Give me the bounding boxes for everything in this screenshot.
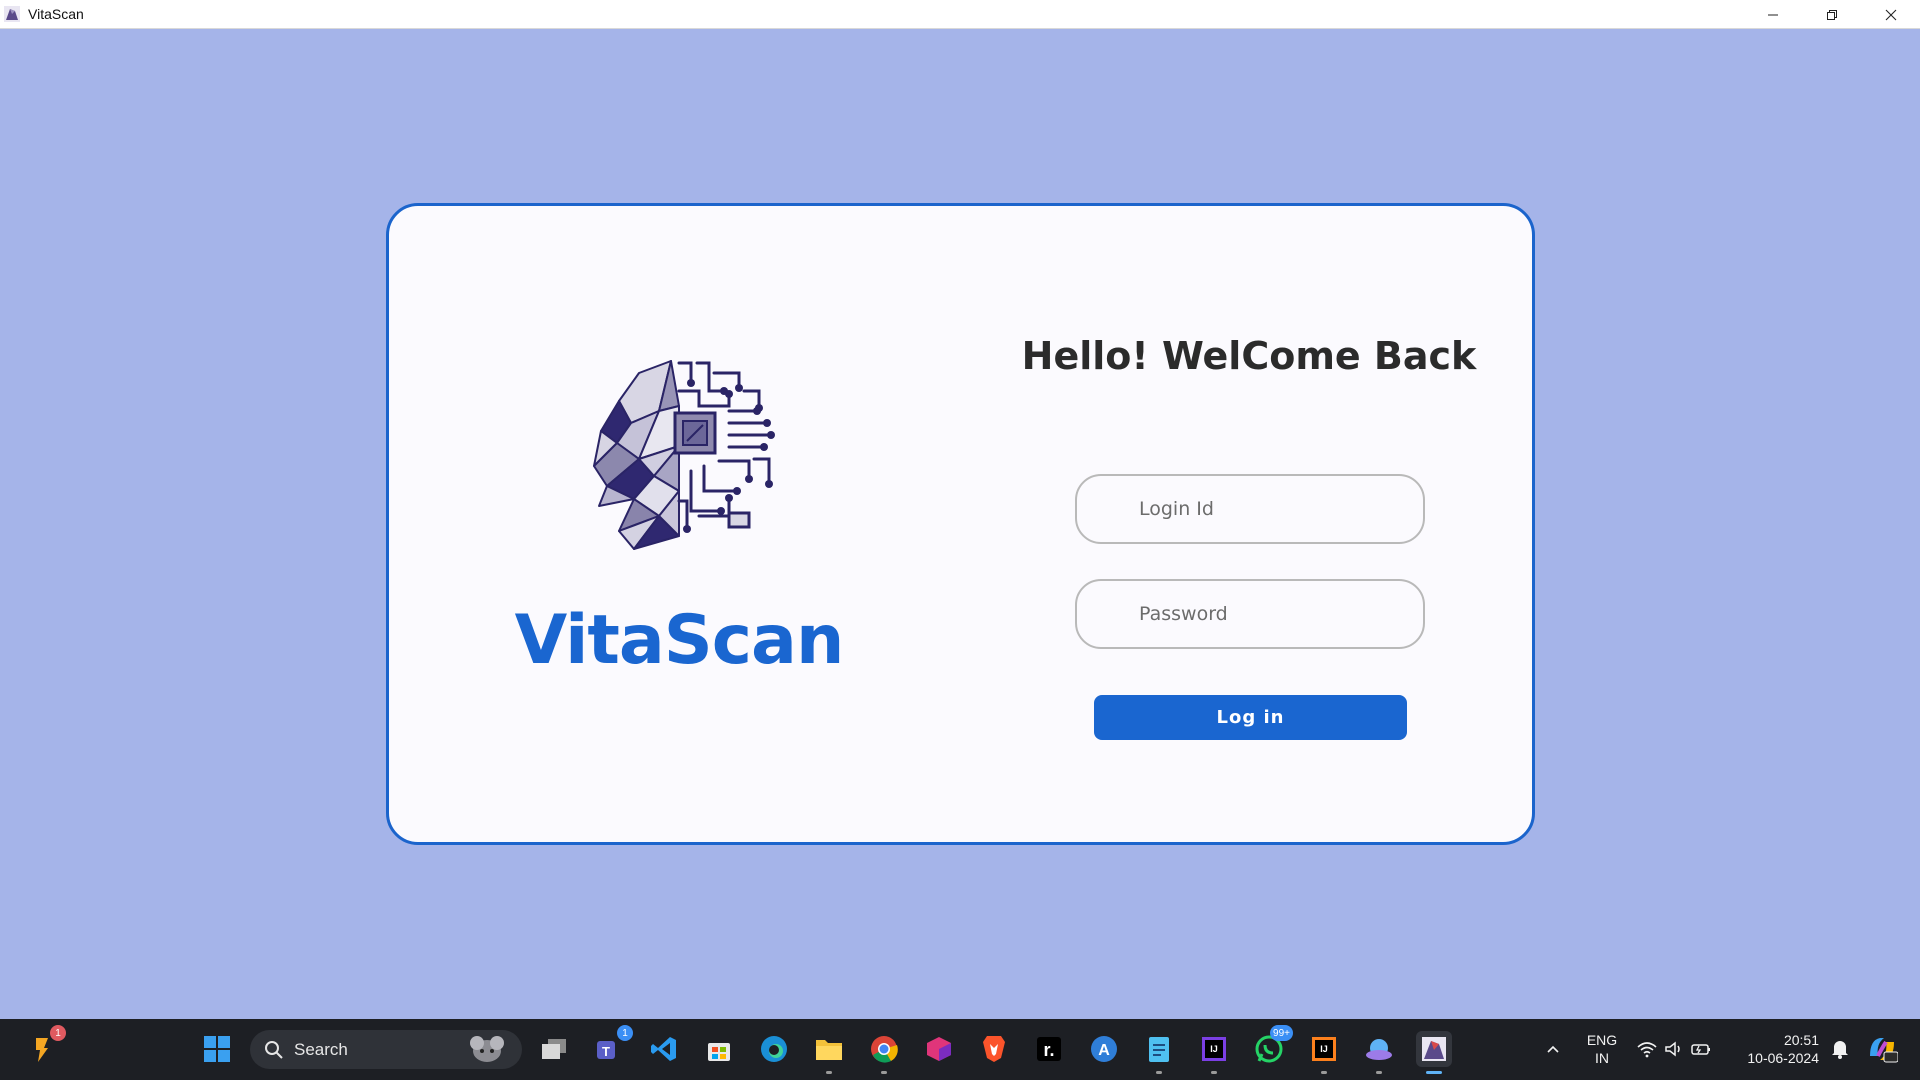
vscode-icon[interactable] bbox=[646, 1031, 682, 1067]
welcome-heading: Hello! WelCome Back bbox=[1021, 334, 1477, 378]
intellij-ultimate-icon[interactable]: IJ bbox=[1306, 1031, 1342, 1074]
teams-icon[interactable]: T 1 bbox=[591, 1025, 633, 1067]
file-explorer-icon[interactable] bbox=[811, 1031, 847, 1074]
copilot-icon[interactable] bbox=[1864, 1031, 1900, 1067]
notification-badge: 1 bbox=[50, 1025, 66, 1041]
restore-icon bbox=[1826, 9, 1837, 20]
vitascan-taskbar-icon[interactable] bbox=[1416, 1031, 1452, 1074]
close-icon bbox=[1885, 9, 1896, 20]
show-hidden-icons-chevron-icon[interactable] bbox=[1535, 1031, 1571, 1067]
task-view-icon[interactable] bbox=[536, 1031, 572, 1067]
app-logo-icon bbox=[2, 4, 22, 24]
svg-text:T: T bbox=[602, 1044, 610, 1059]
password-input[interactable] bbox=[1139, 603, 1399, 625]
teams-badge: 1 bbox=[617, 1025, 633, 1041]
region-code: IN bbox=[1595, 1050, 1609, 1066]
svg-text:A: A bbox=[1098, 1042, 1110, 1059]
notepad-icon[interactable] bbox=[1141, 1031, 1177, 1074]
svg-text:IJ: IJ bbox=[1320, 1044, 1328, 1054]
battery-icon bbox=[1691, 1044, 1710, 1055]
search-label: Search bbox=[294, 1039, 348, 1059]
whatsapp-badge: 99+ bbox=[1270, 1025, 1293, 1041]
brave-browser-icon[interactable] bbox=[976, 1031, 1012, 1067]
restore-button[interactable] bbox=[1802, 0, 1861, 29]
minimize-button[interactable] bbox=[1743, 0, 1802, 29]
clock-date: 10-06-2024 bbox=[1747, 1050, 1819, 1066]
login-button[interactable]: Log in bbox=[1094, 695, 1407, 740]
microsoft-store-icon[interactable] bbox=[701, 1031, 737, 1067]
window-title: VitaScan bbox=[28, 6, 84, 22]
chrome-icon[interactable] bbox=[866, 1031, 902, 1074]
close-button[interactable] bbox=[1861, 0, 1920, 29]
brand-name: VitaScan bbox=[514, 601, 845, 680]
windows-logo-icon bbox=[204, 1036, 230, 1062]
whatsapp-icon[interactable]: 99+ bbox=[1251, 1025, 1293, 1067]
translator-icon[interactable]: A bbox=[1086, 1031, 1122, 1067]
start-button[interactable] bbox=[199, 1031, 235, 1067]
password-field[interactable] bbox=[1075, 579, 1425, 649]
cube-app-icon[interactable] bbox=[921, 1031, 957, 1067]
window-title-bar: VitaScan bbox=[0, 0, 1920, 29]
notion-like-app-icon[interactable]: r. bbox=[1031, 1031, 1067, 1067]
notification-bell-icon[interactable] bbox=[1822, 1031, 1858, 1067]
language-indicator[interactable]: ENG IN bbox=[1580, 1031, 1624, 1067]
taskbar-app-pin-icon[interactable]: 1 bbox=[24, 1025, 66, 1067]
clock-time: 20:51 bbox=[1783, 1032, 1819, 1048]
login-id-input[interactable] bbox=[1139, 498, 1399, 520]
language-code: ENG bbox=[1586, 1032, 1618, 1048]
clock[interactable]: 20:51 10-06-2024 bbox=[1733, 1031, 1819, 1067]
login-card: VitaScan Hello! WelCome Back Log in bbox=[386, 203, 1535, 845]
edge-browser-icon[interactable] bbox=[756, 1031, 792, 1067]
app-content-area: VitaScan Hello! WelCome Back Log in bbox=[0, 29, 1920, 1019]
login-id-field[interactable] bbox=[1075, 474, 1425, 544]
taskbar: 1 Search T 1 r. A IJ 99+ IJ ENG IN 20:51… bbox=[0, 1019, 1920, 1080]
wifi-icon bbox=[1637, 1042, 1657, 1058]
ai-head-logo-icon bbox=[593, 360, 775, 550]
volume-icon bbox=[1665, 1041, 1680, 1057]
svg-text:r.: r. bbox=[1043, 1040, 1054, 1060]
minimize-icon bbox=[1767, 14, 1778, 15]
system-status-group[interactable] bbox=[1632, 1031, 1716, 1067]
svg-text:IJ: IJ bbox=[1210, 1044, 1218, 1054]
intellij-icon[interactable]: IJ bbox=[1196, 1031, 1232, 1074]
search-highlight-icon bbox=[470, 1035, 504, 1062]
taskbar-search-box[interactable]: Search bbox=[250, 1030, 522, 1069]
search-icon bbox=[265, 1040, 283, 1059]
weather-app-icon[interactable] bbox=[1361, 1031, 1397, 1074]
